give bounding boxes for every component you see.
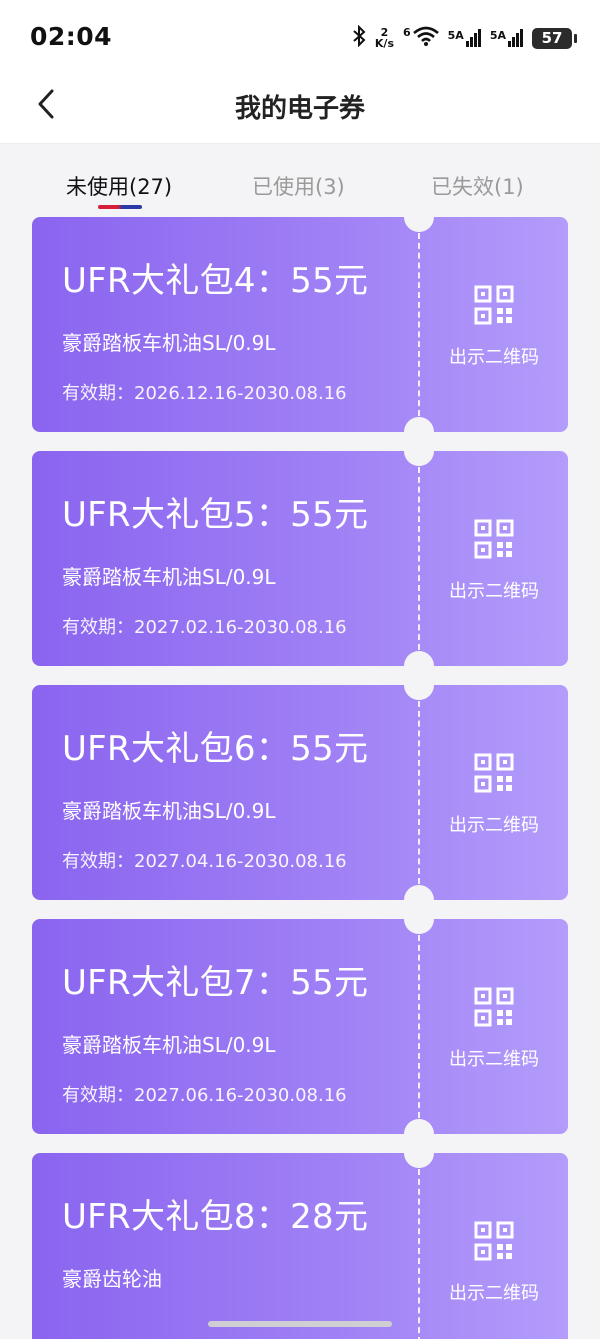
- tab-unused[interactable]: 未使用(27): [66, 171, 172, 201]
- coupon-description: 豪爵踏板车机油SL/0.9L: [62, 565, 276, 589]
- net-speed-unit: K/s: [374, 37, 394, 50]
- coupon-description: 豪爵踏板车机油SL/0.9L: [62, 799, 276, 823]
- wifi-label: 6: [403, 26, 411, 39]
- wifi-icon: [412, 26, 439, 50]
- coupon-card[interactable]: UFR大礼包7：55元 豪爵踏板车机油SL/0.9L 有效期：2027.06.1…: [32, 904, 568, 1149]
- page-title: 我的电子券: [234, 94, 365, 124]
- qr-code-icon: [474, 753, 514, 793]
- coupon-description: 豪爵齿轮油: [62, 1267, 162, 1291]
- show-qr-label: 出示二维码: [449, 815, 539, 836]
- coupon-title: UFR大礼包8：28元: [62, 1197, 369, 1237]
- coupon-title: UFR大礼包7：55元: [62, 963, 369, 1003]
- coupon-title: UFR大礼包6：55元: [62, 729, 369, 769]
- tab-bar: 未使用(27) 已使用(3) 已失效(1): [0, 145, 600, 215]
- coupon-validity: 有效期：2027.02.16-2030.08.16: [62, 617, 347, 638]
- status-time: 02:04: [30, 22, 113, 51]
- show-qr-label: 出示二维码: [449, 347, 539, 368]
- bluetooth-icon: [352, 24, 366, 51]
- coupon-title: UFR大礼包4：55元: [62, 261, 369, 301]
- qr-code-icon: [474, 987, 514, 1027]
- status-icons: 2 K/s 6 5A 5A 57: [352, 22, 577, 54]
- signal-sim1: 5A: [448, 29, 481, 47]
- status-bar: 02:04 2 K/s 6 5A 5A 57: [0, 0, 600, 72]
- tab-used[interactable]: 已使用(3): [252, 171, 345, 201]
- qr-code-icon: [474, 285, 514, 325]
- qr-code-icon: [474, 1221, 514, 1261]
- qr-code-icon: [474, 519, 514, 559]
- coupon-validity: 有效期：2027.06.16-2030.08.16: [62, 1085, 347, 1106]
- app-header: 我的电子券: [0, 72, 600, 144]
- battery-icon: 57: [532, 27, 577, 49]
- show-qr-label: 出示二维码: [449, 1283, 539, 1304]
- wifi-indicator: 6: [403, 26, 439, 50]
- coupon-card[interactable]: UFR大礼包4：55元 豪爵踏板车机油SL/0.9L 有效期：2026.12.1…: [32, 202, 568, 447]
- show-qr-button[interactable]: 出示二维码: [420, 1153, 568, 1339]
- show-qr-label: 出示二维码: [449, 1049, 539, 1070]
- coupon-description: 豪爵踏板车机油SL/0.9L: [62, 1033, 276, 1057]
- signal-sim2: 5A: [490, 29, 523, 47]
- sim1-label: 5A: [447, 29, 464, 42]
- screen: 02:04 2 K/s 6 5A 5A 57 我的电子券 未使用(27) 已使用…: [0, 0, 600, 1339]
- coupon-card[interactable]: UFR大礼包5：55元 豪爵踏板车机油SL/0.9L 有效期：2027.02.1…: [32, 436, 568, 681]
- net-speed: 2 K/s: [375, 27, 394, 49]
- show-qr-button[interactable]: 出示二维码: [420, 217, 568, 432]
- sim2-label: 5A: [489, 29, 506, 42]
- signal-icon: [508, 29, 523, 47]
- home-indicator[interactable]: [208, 1321, 392, 1327]
- tab-expired[interactable]: 已失效(1): [431, 171, 524, 201]
- show-qr-button[interactable]: 出示二维码: [420, 919, 568, 1134]
- show-qr-button[interactable]: 出示二维码: [420, 685, 568, 900]
- coupon-validity: 有效期：2027.04.16-2030.08.16: [62, 851, 347, 872]
- coupon-validity: 有效期：2026.12.16-2030.08.16: [62, 383, 347, 404]
- coupon-card[interactable]: UFR大礼包8：28元 豪爵齿轮油 出示二维码: [32, 1138, 568, 1339]
- coupon-title: UFR大礼包5：55元: [62, 495, 369, 535]
- show-qr-button[interactable]: 出示二维码: [420, 451, 568, 666]
- coupon-description: 豪爵踏板车机油SL/0.9L: [62, 331, 276, 355]
- signal-icon: [465, 29, 481, 47]
- show-qr-label: 出示二维码: [449, 581, 539, 602]
- tab-active-indicator: [98, 205, 142, 209]
- coupon-card[interactable]: UFR大礼包6：55元 豪爵踏板车机油SL/0.9L 有效期：2027.04.1…: [32, 670, 568, 915]
